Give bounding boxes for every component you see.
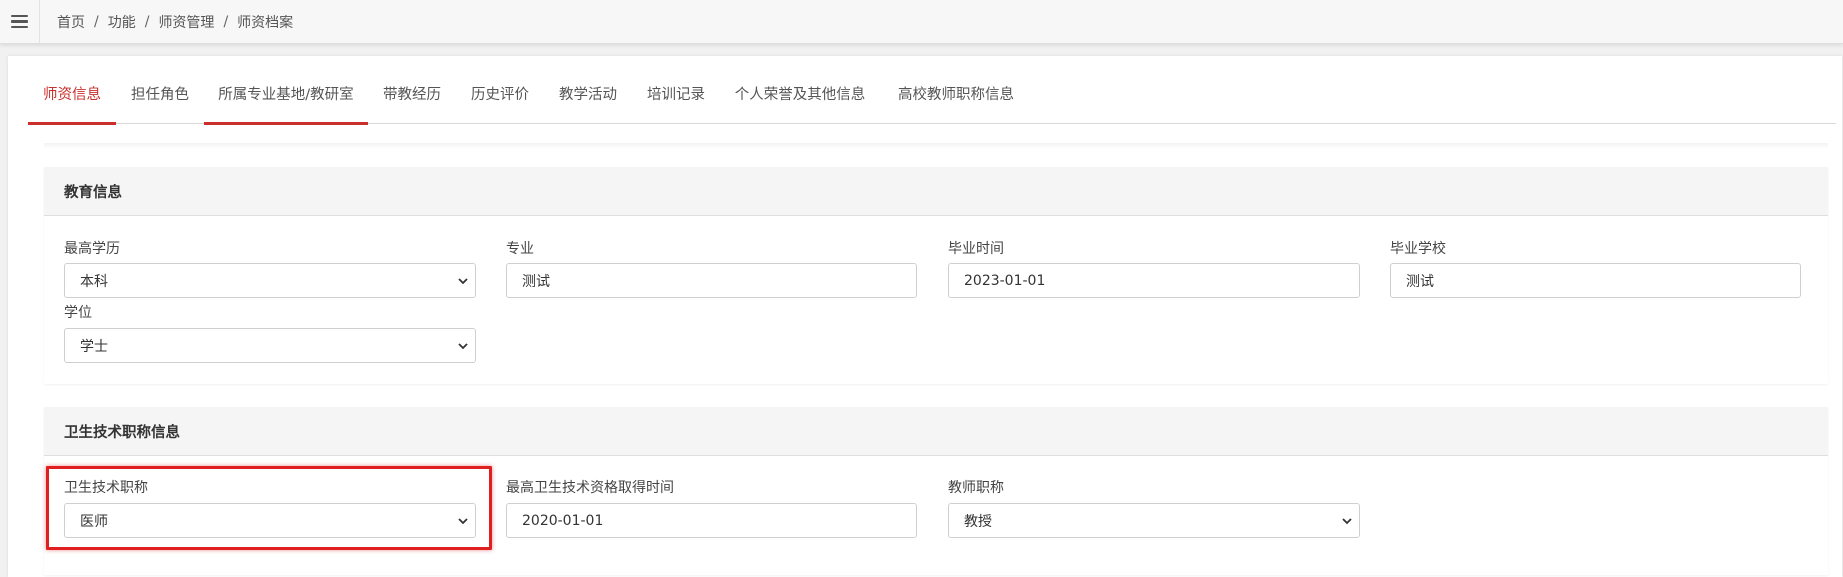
teacher-title-label: 教师职称 [948, 480, 1004, 496]
breadcrumb-faculty-archive: 师资档案 [237, 14, 294, 31]
tech-title-value: 医师 [80, 513, 108, 530]
tab-personal-honors[interactable]: 个人荣誉及其他信息 [720, 73, 880, 124]
degree-select[interactable]: 学士 [64, 328, 476, 363]
degree-label: 学位 [64, 305, 92, 321]
major-input[interactable]: 测试 [506, 263, 917, 298]
breadcrumb-home[interactable]: 首页 [57, 12, 85, 32]
tab-roles[interactable]: 担任角色 [116, 73, 204, 124]
scroll-shadow [44, 143, 1828, 149]
major-value: 测试 [522, 273, 550, 290]
main-card: 师资信息 担任角色 所属专业基地/教研室 带教经历 历史评价 教学活动 培训记录… [8, 56, 1842, 577]
highest-degree-value: 本科 [80, 273, 108, 290]
breadcrumb: 首页 / 功能 / 师资管理 / 师资档案 [57, 0, 293, 43]
breadcrumb-separator: / [144, 13, 150, 30]
chevron-down-icon [458, 518, 468, 525]
section-title: 教育信息 [44, 167, 1828, 216]
graduation-school-value: 测试 [1406, 273, 1434, 290]
highest-degree-label: 最高学历 [64, 241, 120, 257]
graduation-date-label: 毕业时间 [948, 241, 1004, 257]
highest-degree-select[interactable]: 本科 [64, 263, 476, 298]
tab-history-evaluation[interactable]: 历史评价 [456, 73, 544, 124]
breadcrumb-faculty-management[interactable]: 师资管理 [158, 12, 214, 32]
breadcrumb-separator: / [223, 13, 229, 30]
tab-university-title[interactable]: 高校教师职称信息 [880, 73, 1032, 124]
breadcrumb-separator: / [94, 13, 99, 30]
qualification-date-label: 最高卫生技术资格取得时间 [506, 480, 674, 496]
tab-teaching-experience[interactable]: 带教经历 [368, 73, 456, 124]
chevron-down-icon [458, 278, 468, 285]
graduation-school-input[interactable]: 测试 [1390, 263, 1801, 298]
tab-bar: 师资信息 担任角色 所属专业基地/教研室 带教经历 历史评价 教学活动 培训记录… [28, 73, 1836, 125]
graduation-date-value: 2023-01-01 [964, 272, 1046, 289]
breadcrumb-functions[interactable]: 功能 [108, 12, 136, 32]
tab-base-department[interactable]: 所属专业基地/教研室 [204, 73, 368, 125]
teacher-title-value: 教授 [964, 513, 992, 530]
teacher-title-select[interactable]: 教授 [948, 503, 1360, 538]
tab-faculty-info[interactable]: 师资信息 [28, 73, 116, 125]
chevron-down-icon [458, 343, 468, 350]
section-title: 卫生技术职称信息 [44, 407, 1828, 456]
hamburger-menu-icon[interactable] [0, 0, 40, 43]
graduation-school-label: 毕业学校 [1390, 241, 1446, 257]
tech-title-select[interactable]: 医师 [64, 503, 476, 538]
education-section: 教育信息 最高学历 本科 专业 测试 毕业时间 2023-01-01 毕业学校 … [44, 167, 1828, 384]
graduation-date-input[interactable]: 2023-01-01 [948, 263, 1360, 298]
major-label: 专业 [506, 241, 534, 257]
degree-value: 学士 [80, 338, 108, 355]
qualification-date-input[interactable]: 2020-01-01 [506, 503, 917, 538]
qualification-date-value: 2020-01-01 [522, 512, 604, 529]
health-title-section: 卫生技术职称信息 卫生技术职称 医师 最高卫生技术资格取得时间 2020-01-… [44, 407, 1828, 575]
tab-training-records[interactable]: 培训记录 [632, 73, 720, 124]
top-bar: 首页 / 功能 / 师资管理 / 师资档案 [0, 0, 1843, 44]
chevron-down-icon [1342, 518, 1352, 525]
tech-title-label: 卫生技术职称 [64, 480, 148, 496]
tab-teaching-activities[interactable]: 教学活动 [544, 73, 632, 124]
